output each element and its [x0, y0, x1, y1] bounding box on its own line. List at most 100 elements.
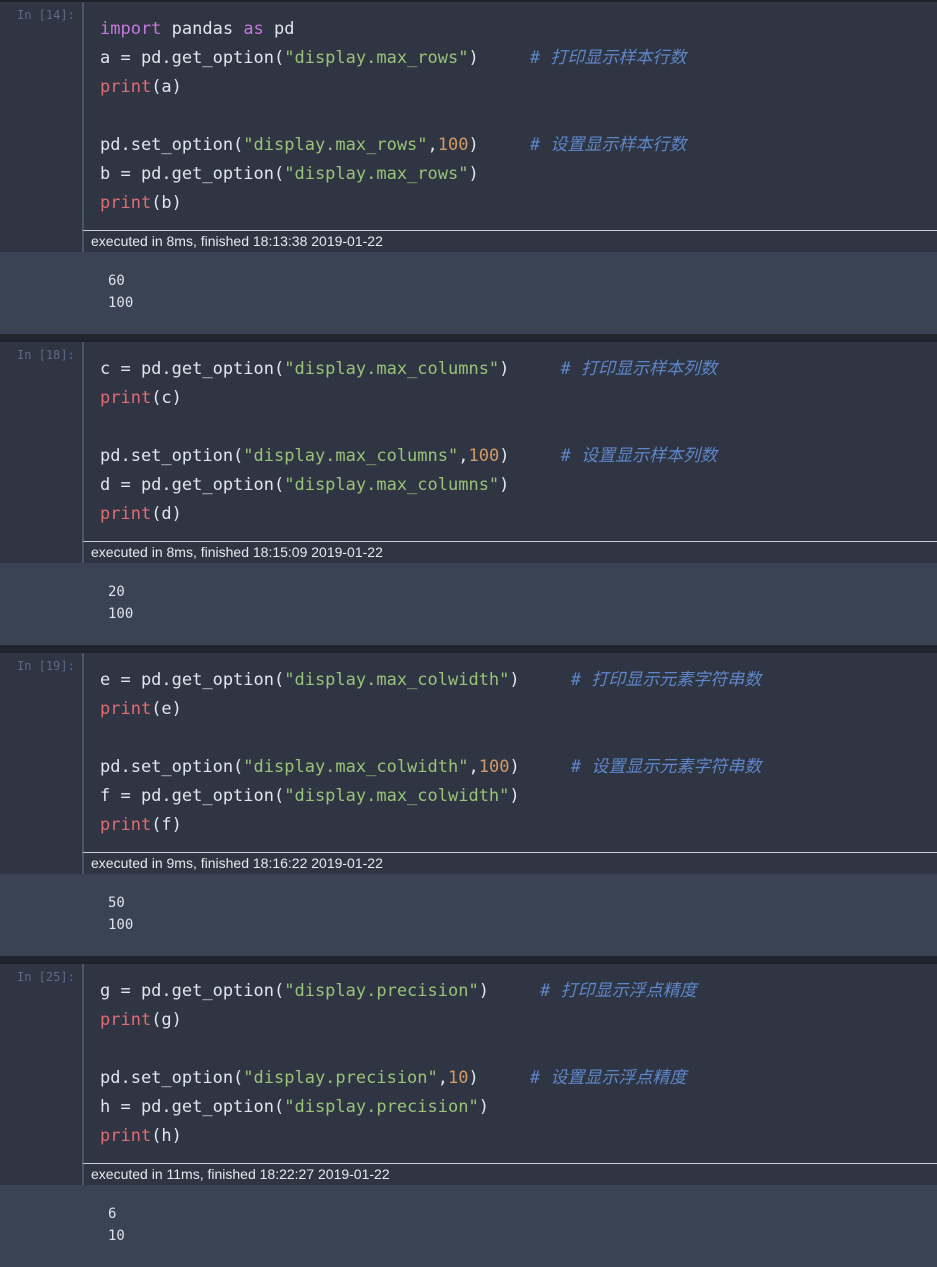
code-token: (g)	[151, 1010, 182, 1030]
code-token: print	[100, 193, 152, 213]
code-token: g = pd.get_option(	[100, 981, 285, 1001]
code-token: (e)	[151, 699, 182, 719]
code-line[interactable]: pd.set_option("display.max_columns",100)…	[100, 442, 717, 471]
code-comment: # 打印显示样本行数	[529, 48, 687, 68]
code-line[interactable]: d = pd.get_option("display.max_columns")	[100, 471, 717, 500]
cell-output: 6 10	[0, 1185, 937, 1267]
code-line[interactable]: a = pd.get_option("display.max_rows") # …	[100, 44, 686, 73]
code-token: pd.set_option(	[100, 1068, 244, 1088]
code-token: "display.max_columns"	[284, 475, 500, 495]
code-token: )	[499, 475, 510, 495]
code-token: "display.max_columns"	[284, 359, 500, 379]
code-line[interactable]: print(b)	[100, 189, 686, 218]
code-line[interactable]: h = pd.get_option("display.precision")	[100, 1093, 697, 1122]
code-line[interactable]: print(c)	[100, 384, 717, 413]
cell-prompt: In [25]:	[17, 970, 75, 984]
code-comment: # 打印显示浮点精度	[540, 981, 697, 1001]
code-line[interactable]: print(g)	[100, 1006, 697, 1035]
code-token: f = pd.get_option(	[100, 786, 285, 806]
code-token: )	[468, 1068, 530, 1088]
code-block[interactable]: e = pd.get_option("display.max_colwidth"…	[100, 666, 761, 840]
code-line[interactable]: f = pd.get_option("display.max_colwidth"…	[100, 782, 761, 811]
code-token: "display.max_colwidth"	[284, 670, 510, 690]
code-token: b = pd.get_option(	[100, 164, 285, 184]
code-token: e = pd.get_option(	[100, 670, 285, 690]
code-comment: # 打印显示样本列数	[560, 359, 718, 379]
code-token: )	[499, 446, 561, 466]
code-token: )	[478, 981, 541, 1001]
cell-input[interactable]: In [19]: e = pd.get_option("display.max_…	[0, 651, 937, 874]
code-token: print	[100, 1010, 152, 1030]
code-line[interactable]: e = pd.get_option("display.max_colwidth"…	[100, 666, 761, 695]
code-line[interactable]: pd.set_option("display.precision",10) # …	[100, 1064, 697, 1093]
code-token: d = pd.get_option(	[100, 475, 285, 495]
code-token: "display.precision"	[243, 1068, 438, 1088]
execution-info: executed in 9ms, finished 18:16:22 2019-…	[82, 852, 937, 874]
code-token: "display.max_colwidth"	[284, 786, 510, 806]
code-line[interactable]: print(h)	[100, 1122, 697, 1151]
code-token: ,	[458, 446, 469, 466]
cell-prompt: In [18]:	[17, 348, 75, 362]
code-line[interactable]: print(a)	[100, 73, 686, 102]
code-line[interactable]: print(f)	[100, 811, 761, 840]
code-token: (c)	[151, 388, 182, 408]
cell-input[interactable]: In [25]: g = pd.get_option("display.prec…	[0, 962, 937, 1185]
code-token: print	[100, 1126, 152, 1146]
code-block[interactable]: g = pd.get_option("display.precision") #…	[100, 977, 697, 1151]
code-token: ,	[437, 1068, 449, 1088]
code-block[interactable]: c = pd.get_option("display.max_columns")…	[100, 355, 717, 529]
code-token: h = pd.get_option(	[100, 1097, 285, 1117]
code-line[interactable]: pd.set_option("display.max_rows",100) # …	[100, 131, 686, 160]
code-token: print	[100, 504, 152, 524]
cell-input[interactable]: In [18]: c = pd.get_option("display.max_…	[0, 340, 937, 563]
notebook-cell: In [14]: import pandas as pd a = pd.get_o…	[0, 0, 937, 334]
code-token: )	[509, 757, 571, 777]
output-text: 60 100	[108, 273, 134, 311]
code-token: )	[468, 164, 479, 184]
code-token: ,	[427, 135, 438, 155]
notebook-cell: In [25]: g = pd.get_option("display.prec…	[0, 962, 937, 1267]
code-token: (h)	[151, 1126, 182, 1146]
code-line[interactable]: pd.set_option("display.max_colwidth",100…	[100, 753, 761, 782]
code-token: as	[243, 19, 264, 39]
code-line[interactable]: c = pd.get_option("display.max_columns")…	[100, 355, 717, 384]
code-line[interactable]: b = pd.get_option("display.max_rows")	[100, 160, 686, 189]
code-token: (f)	[151, 815, 182, 835]
code-line[interactable]: g = pd.get_option("display.precision") #…	[100, 977, 697, 1006]
code-token: pd.set_option(	[100, 757, 244, 777]
code-comment: # 设置显示元素字符串数	[570, 757, 762, 777]
code-token: (d)	[151, 504, 182, 524]
code-block[interactable]: import pandas as pd a = pd.get_option("di…	[100, 15, 686, 218]
execution-info: executed in 8ms, finished 18:13:38 2019-…	[82, 230, 937, 252]
code-line[interactable]	[100, 102, 686, 131]
code-token: print	[100, 388, 152, 408]
code-comment: # 设置显示样本列数	[560, 446, 718, 466]
code-token: )	[478, 1097, 489, 1117]
notebook-cell: In [19]: e = pd.get_option("display.max_…	[0, 651, 937, 956]
code-token: )	[509, 786, 520, 806]
notebook-cell: In [18]: c = pd.get_option("display.max_…	[0, 340, 937, 645]
execution-info: executed in 8ms, finished 18:15:09 2019-…	[82, 541, 937, 563]
code-token: pd.set_option(	[100, 446, 244, 466]
code-token: "display.max_rows"	[243, 135, 428, 155]
code-line[interactable]: print(e)	[100, 695, 761, 724]
cell-output: 20 100	[0, 563, 937, 645]
cell-input[interactable]: In [14]: import pandas as pd a = pd.get_o…	[0, 0, 937, 252]
code-line[interactable]	[100, 724, 761, 753]
output-text: 50 100	[108, 895, 134, 933]
code-line[interactable]: import pandas as pd	[100, 15, 686, 44]
code-comment: # 设置显示样本行数	[529, 135, 687, 155]
code-token: pd.set_option(	[100, 135, 244, 155]
code-token: "display.max_rows"	[284, 48, 469, 68]
notebook: In [14]: import pandas as pd a = pd.get_o…	[0, 0, 937, 1267]
code-token: pandas	[161, 19, 244, 39]
code-token: (a)	[151, 77, 182, 97]
code-token: a = pd.get_option(	[100, 48, 285, 68]
code-token: )	[499, 359, 561, 379]
code-token: "display.precision"	[284, 981, 479, 1001]
code-token: "display.max_columns"	[243, 446, 459, 466]
code-token: (b)	[151, 193, 182, 213]
code-line[interactable]: print(d)	[100, 500, 717, 529]
code-line[interactable]	[100, 413, 717, 442]
code-line[interactable]	[100, 1035, 697, 1064]
